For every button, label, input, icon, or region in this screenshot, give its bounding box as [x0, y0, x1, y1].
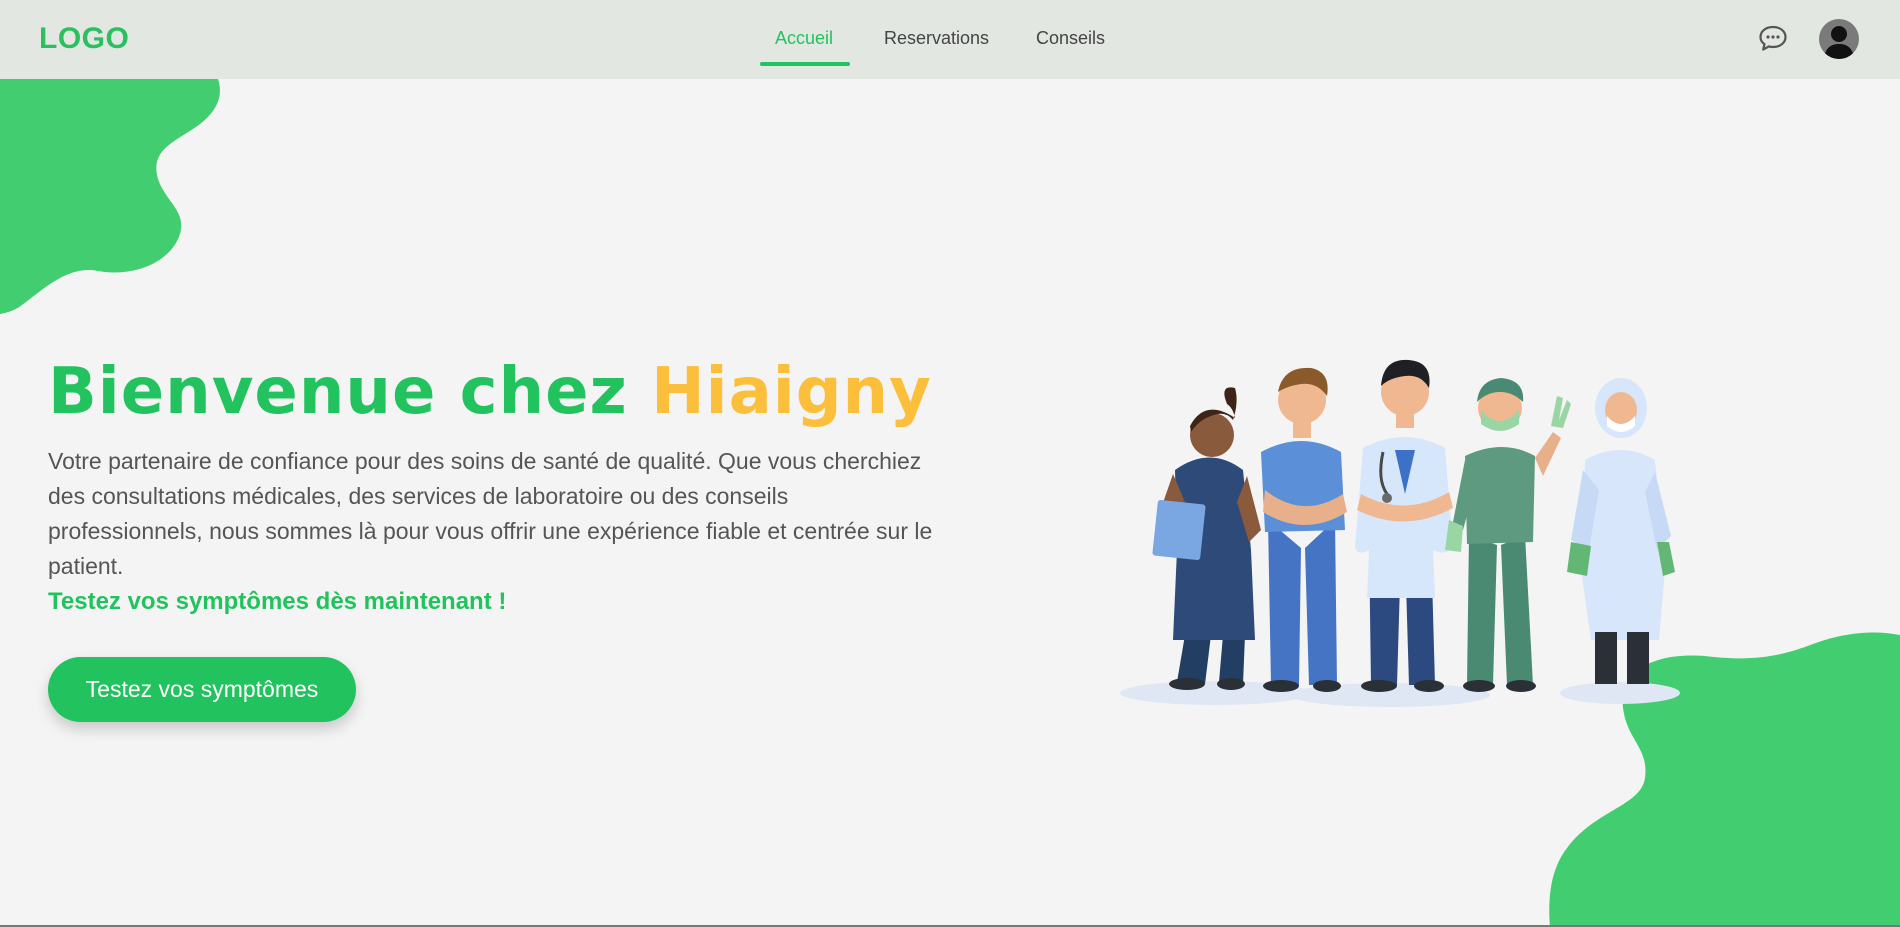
male-nurse-figure-icon	[1261, 367, 1347, 692]
active-nav-indicator	[760, 62, 850, 66]
nurse-figure-icon	[1152, 387, 1261, 690]
hero-description: Votre partenaire de confiance pour des s…	[48, 448, 933, 579]
protective-suit-figure-icon	[1567, 378, 1675, 684]
healthcare-team-illustration	[1115, 280, 1695, 720]
surgeon-figure-icon	[1445, 378, 1571, 692]
hero-title-prefix: Bienvenue chez	[48, 355, 652, 429]
decorative-blob-top-left	[0, 79, 225, 314]
doctor-figure-icon	[1355, 359, 1453, 692]
logo[interactable]: LOGO	[39, 22, 129, 56]
hero-title-brand: Hiaigny	[651, 355, 932, 429]
test-symptoms-button[interactable]: Testez vos symptômes	[48, 657, 356, 722]
nav-link-accueil[interactable]: Accueil	[775, 28, 833, 49]
chat-bubble-icon[interactable]	[1758, 24, 1788, 52]
navbar: LOGO Accueil Reservations Conseils	[0, 0, 1900, 79]
hero-title: Bienvenue chez Hiaigny	[48, 352, 948, 432]
nav-link-reservations[interactable]: Reservations	[884, 28, 989, 49]
nav-link-conseils[interactable]: Conseils	[1036, 28, 1105, 49]
hero-section: Bienvenue chez Hiaigny Votre partenaire …	[48, 352, 948, 619]
user-avatar-icon[interactable]	[1819, 19, 1859, 59]
hero-cta-text: Testez vos symptômes dès maintenant !	[48, 588, 507, 615]
